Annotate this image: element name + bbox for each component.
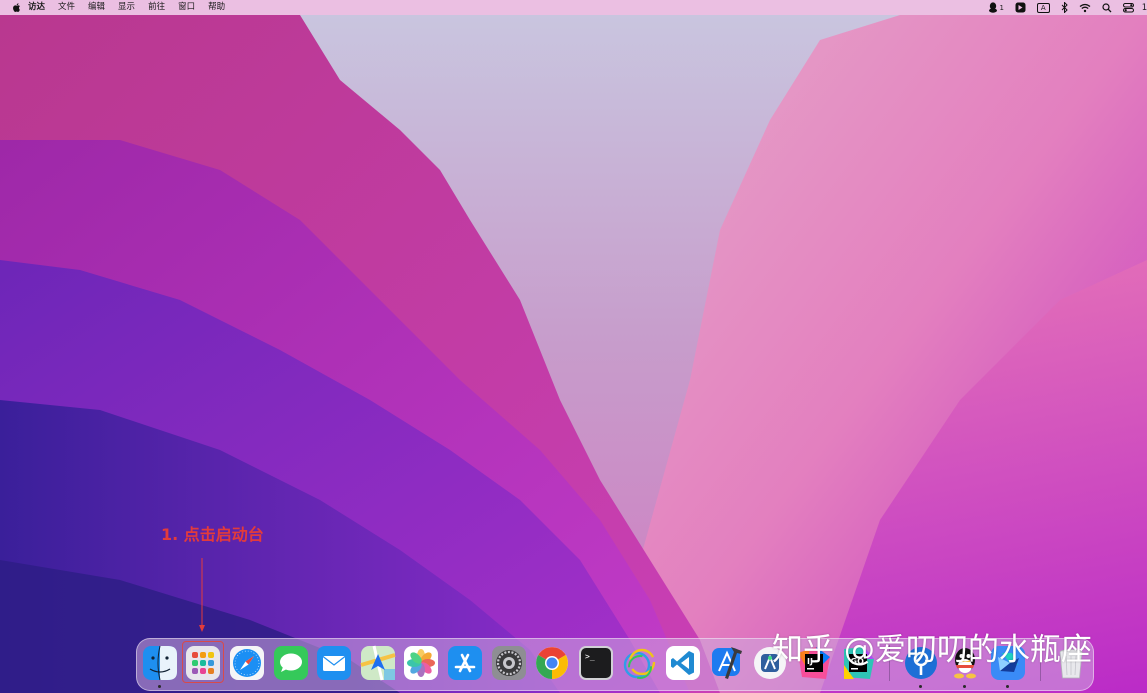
menu-help[interactable]: 帮助 bbox=[208, 0, 225, 15]
desktop-wallpaper bbox=[0, 0, 1147, 693]
qq-status-item[interactable]: 1 bbox=[988, 2, 1004, 13]
mail-icon bbox=[317, 646, 351, 680]
terminal-prompt: >_ bbox=[585, 652, 595, 661]
dock-maps[interactable] bbox=[360, 645, 396, 681]
notchnook-status-item[interactable] bbox=[1015, 2, 1026, 13]
dock-photos[interactable] bbox=[403, 645, 439, 681]
dock-vscode[interactable] bbox=[665, 645, 701, 681]
bluetooth-icon bbox=[1061, 2, 1068, 13]
tutorial-annotation: 1. 点击启动台 bbox=[161, 525, 264, 544]
annotation-arrow bbox=[199, 558, 205, 632]
menu-go[interactable]: 前往 bbox=[148, 0, 165, 15]
dock-finder[interactable] bbox=[142, 645, 178, 681]
menu-view[interactable]: 显示 bbox=[118, 0, 135, 15]
sourcetree-running-indicator bbox=[919, 685, 922, 688]
menu-bar: 访达 文件 编辑 显示 前往 窗口 帮助 1 A 1: bbox=[0, 0, 1147, 15]
zhihu-watermark: 知乎 @爱叨叨的水瓶座 bbox=[772, 632, 1092, 668]
finder-icon bbox=[143, 645, 177, 681]
dock-app-store[interactable] bbox=[447, 645, 483, 681]
launchpad-highlight bbox=[182, 641, 224, 683]
dock-xcode[interactable] bbox=[709, 645, 745, 681]
spotlight-icon bbox=[1102, 2, 1112, 12]
xcode-icon bbox=[712, 647, 742, 679]
menu-clock[interactable]: 1: bbox=[1142, 3, 1147, 13]
control-center-status-item[interactable] bbox=[1122, 2, 1134, 13]
menu-file[interactable]: 文件 bbox=[58, 0, 75, 15]
qq-running-indicator bbox=[963, 685, 966, 688]
chrome-icon bbox=[536, 647, 568, 679]
dock-safari[interactable] bbox=[229, 645, 265, 681]
terminal-icon: >_ bbox=[579, 646, 613, 680]
vscode-icon bbox=[666, 646, 700, 680]
maps-icon bbox=[360, 645, 396, 681]
system-preferences-icon bbox=[492, 646, 526, 680]
app-store-icon bbox=[448, 646, 482, 680]
menu-app-name[interactable]: 访达 bbox=[28, 0, 45, 15]
menu-edit[interactable]: 编辑 bbox=[88, 0, 105, 15]
notchnook-icon bbox=[1015, 2, 1026, 13]
apple-menu-icon[interactable] bbox=[12, 2, 22, 13]
menu-window[interactable]: 窗口 bbox=[178, 0, 195, 15]
qq-icon bbox=[989, 2, 998, 13]
finder-running-indicator bbox=[158, 685, 161, 688]
wifi-icon bbox=[1079, 3, 1091, 12]
dock-messages[interactable] bbox=[273, 645, 309, 681]
spotlight-status-item[interactable] bbox=[1102, 2, 1112, 13]
circle-app-icon bbox=[623, 648, 656, 679]
dock-system-preferences[interactable] bbox=[491, 645, 527, 681]
qq-badge: 1 bbox=[999, 3, 1004, 12]
input-method-icon: A bbox=[1036, 2, 1050, 13]
control-center-icon bbox=[1122, 2, 1134, 12]
messages-icon bbox=[274, 646, 308, 680]
safari-icon bbox=[230, 646, 264, 680]
photos-icon bbox=[404, 646, 438, 680]
bluetooth-status-item[interactable] bbox=[1061, 2, 1068, 13]
feishu-running-indicator bbox=[1006, 685, 1009, 688]
dock-circle-app[interactable] bbox=[621, 645, 657, 681]
dock-terminal[interactable]: >_ bbox=[578, 645, 614, 681]
input-method-status-item[interactable]: A bbox=[1036, 2, 1050, 13]
wifi-status-item[interactable] bbox=[1079, 3, 1091, 13]
dock-chrome[interactable] bbox=[534, 645, 570, 681]
dock-mail[interactable] bbox=[316, 645, 352, 681]
